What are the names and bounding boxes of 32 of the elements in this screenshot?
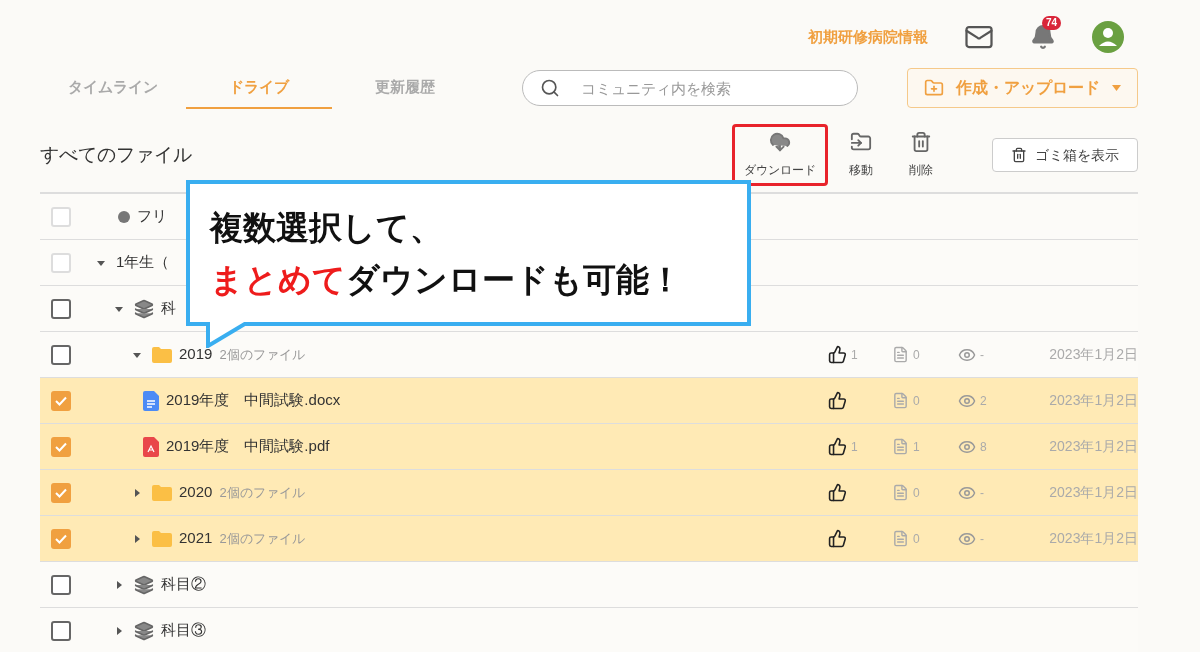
view-count: - <box>980 530 984 548</box>
item-name: 2021 <box>179 528 213 549</box>
item-name: 2019年度 中間試験.docx <box>166 390 341 411</box>
comment-count: 0 <box>913 484 920 502</box>
date: 2023年1月2日 <box>1048 345 1138 364</box>
item-name: 2019 <box>179 344 213 365</box>
comment-count: 1 <box>913 438 920 456</box>
item-name: 科目③ <box>161 620 206 641</box>
view-count: 8 <box>980 438 987 456</box>
comment-count: 0 <box>913 346 920 364</box>
date: 2023年1月2日 <box>1048 483 1138 502</box>
date: 2023年1月2日 <box>1048 391 1138 410</box>
item-name: 科 <box>161 298 176 319</box>
file-count: 2個のファイル <box>219 483 305 502</box>
view-count: 2 <box>980 392 987 410</box>
like-count: 1 <box>851 346 858 364</box>
view-count: - <box>980 346 984 364</box>
view-count: - <box>980 484 984 502</box>
comment-count: 0 <box>913 392 920 410</box>
page-title: すべてのファイル <box>40 142 192 167</box>
file-count: 2個のファイル <box>219 529 305 548</box>
item-name: フリ <box>137 206 167 227</box>
item-name: 1年生（ <box>116 252 170 273</box>
like-count: 1 <box>851 438 858 456</box>
file-count: 2個のファイル <box>219 345 305 364</box>
comment-count: 0 <box>913 530 920 548</box>
item-name: 2020 <box>179 482 213 503</box>
date: 2023年1月2日 <box>1048 437 1138 456</box>
date: 2023年1月2日 <box>1048 529 1138 548</box>
item-name: 科目② <box>161 574 206 595</box>
notification-badge: 74 <box>1042 16 1062 30</box>
item-name: 2019年度 中間試験.pdf <box>166 436 330 457</box>
